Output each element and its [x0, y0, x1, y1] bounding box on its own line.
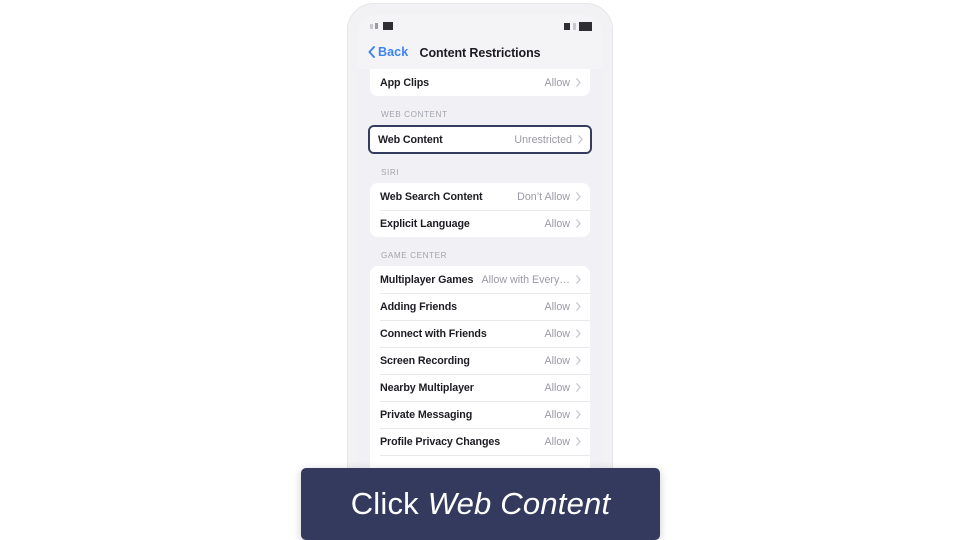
status-bar-right-icons: [564, 22, 592, 31]
list-item-screen-recording[interactable]: Screen Recording Allow: [370, 347, 590, 374]
row-label: Nearby Multiplayer: [380, 381, 474, 394]
section-header-web-content: WEB CONTENT: [381, 110, 448, 119]
list-item-app-clips[interactable]: App Clips Allow: [370, 69, 590, 96]
wifi-icon-dim: [573, 23, 576, 30]
instruction-caption-text: Click Web Content: [351, 486, 611, 522]
settings-list[interactable]: App Clips Allow WEB CONTENT Web Content: [358, 69, 602, 509]
row-label: Profile Privacy Changes: [380, 435, 501, 448]
row-trailing: Allow: [544, 218, 581, 230]
settings-group-top: App Clips Allow: [370, 69, 590, 96]
settings-group-game-center: Multiplayer Games Allow with Every… Addi…: [370, 266, 590, 482]
row-value: Allow: [544, 408, 570, 421]
row-label: Explicit Language: [380, 217, 470, 230]
list-item-profile-privacy-changes[interactable]: Profile Privacy Changes Allow: [370, 428, 590, 455]
wifi-icon: [564, 23, 570, 30]
list-item-explicit-language[interactable]: Explicit Language Allow: [370, 210, 590, 237]
chevron-right-icon: [576, 410, 581, 419]
signal-bars-icon: [370, 23, 373, 29]
signal-bars-icon-2: [375, 23, 378, 29]
device-notch: [438, 15, 522, 27]
row-trailing: Allow with Every…: [482, 274, 582, 286]
row-label: App Clips: [380, 76, 429, 89]
status-bar-left-icons: [370, 22, 393, 30]
row-label: Screen Recording: [380, 354, 470, 367]
section-header-game-center: GAME CENTER: [381, 251, 448, 260]
instruction-caption-banner: Click Web Content: [301, 468, 660, 540]
row-trailing: Allow: [544, 355, 581, 367]
row-value: Allow: [544, 381, 570, 394]
row-label: Private Messaging: [380, 408, 473, 421]
row-value: Allow: [544, 354, 570, 367]
chevron-right-icon: [576, 219, 581, 228]
chevron-right-icon: [576, 383, 581, 392]
chevron-right-icon: [576, 329, 581, 338]
settings-group-siri: Web Search Content Don’t Allow Explicit …: [370, 183, 590, 237]
row-trailing: Don’t Allow: [517, 191, 581, 203]
row-trailing: Allow: [544, 436, 581, 448]
list-item-adding-friends[interactable]: Adding Friends Allow: [370, 293, 590, 320]
row-value: Allow: [544, 327, 570, 340]
row-value: Allow: [544, 76, 570, 89]
chevron-right-icon: [576, 78, 581, 87]
phone-screen: Back Content Restrictions App Clips Allo…: [358, 15, 602, 509]
row-trailing: Allow: [544, 77, 581, 89]
chevron-right-icon: [576, 192, 581, 201]
row-value: Allow with Every…: [481, 273, 571, 286]
battery-icon: [579, 22, 592, 31]
row-trailing: Allow: [544, 409, 581, 421]
row-trailing: Allow: [544, 301, 581, 313]
row-label: Web Search Content: [380, 190, 483, 203]
row-label: Web Content: [378, 133, 443, 146]
row-value: Allow: [544, 435, 570, 448]
caption-target-label: Web Content: [427, 486, 611, 521]
row-label: Adding Friends: [380, 300, 457, 313]
section-header-siri: SIRI: [381, 168, 400, 177]
row-label: Multiplayer Games: [380, 273, 474, 286]
row-trailing: Allow: [544, 328, 581, 340]
caption-prefix: Click: [350, 486, 428, 521]
chevron-right-icon: [576, 437, 581, 446]
list-item-web-search-content[interactable]: Web Search Content Don’t Allow: [370, 183, 590, 210]
carrier-icon: [383, 22, 393, 30]
list-item-private-messaging[interactable]: Private Messaging Allow: [370, 401, 590, 428]
row-value: Allow: [544, 217, 570, 230]
screenshot-stage: Back Content Restrictions App Clips Allo…: [0, 0, 960, 540]
row-value: Don’t Allow: [517, 190, 570, 203]
highlight-outline-web-content: Web Content Unrestricted: [368, 125, 592, 154]
list-item-nearby-multiplayer[interactable]: Nearby Multiplayer Allow: [370, 374, 590, 401]
row-label: Connect with Friends: [380, 327, 487, 340]
row-value: Unrestricted: [514, 133, 572, 146]
row-value: Allow: [544, 300, 570, 313]
row-trailing: Unrestricted: [514, 134, 583, 146]
chevron-right-icon: [576, 302, 581, 311]
list-item-web-content[interactable]: Web Content Unrestricted: [370, 127, 590, 152]
list-item-multiplayer-games[interactable]: Multiplayer Games Allow with Every…: [370, 266, 590, 293]
page-title: Content Restrictions: [419, 46, 541, 60]
phone-device-frame: Back Content Restrictions App Clips Allo…: [348, 4, 612, 516]
chevron-right-icon: [578, 135, 583, 144]
navigation-bar: Back Content Restrictions: [358, 41, 602, 69]
chevron-right-icon: [576, 356, 581, 365]
row-trailing: Allow: [544, 382, 581, 394]
chevron-right-icon: [576, 275, 581, 284]
list-item-connect-with-friends[interactable]: Connect with Friends Allow: [370, 320, 590, 347]
